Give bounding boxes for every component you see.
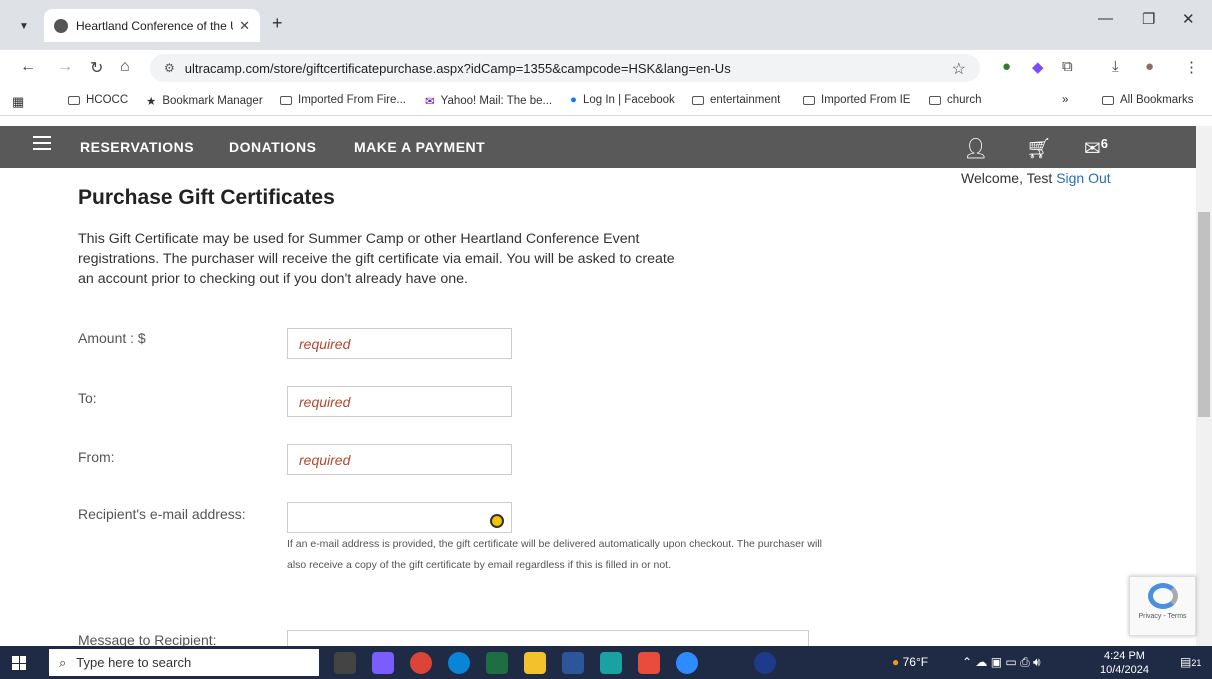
facebook-icon: ● <box>570 94 577 106</box>
close-tab-icon[interactable]: ✕ <box>239 18 250 34</box>
home-icon[interactable]: ⌂ <box>120 58 130 76</box>
recaptcha-logo-icon <box>1147 583 1178 609</box>
back-icon[interactable]: ← <box>20 58 36 76</box>
recipient-email-input[interactable] <box>287 502 512 533</box>
site-info-icon[interactable]: ⚙ <box>164 61 175 75</box>
browser-tab[interactable]: Heartland Conference of the Un ✕ <box>44 9 260 42</box>
copilot-icon[interactable] <box>372 652 394 674</box>
profile-avatar-icon[interactable]: ● <box>1145 58 1154 75</box>
folder-icon <box>1102 95 1114 105</box>
bookmark-item[interactable]: ★ Bookmark Manager <box>146 94 263 108</box>
message-label: Message to Recipient: <box>78 632 217 646</box>
bookmark-item[interactable]: All Bookmarks <box>1102 94 1194 106</box>
download-icon[interactable]: ⤓ <box>1112 58 1119 75</box>
forward-icon[interactable]: → <box>57 58 73 76</box>
page-content: Welcome, Test Sign Out Purchase Gift Cer… <box>0 168 1196 646</box>
bookmark-item[interactable]: church <box>929 94 982 106</box>
zoom-icon[interactable] <box>676 652 698 674</box>
sign-out-link[interactable]: Sign Out <box>1056 170 1110 186</box>
windows-taskbar: ⌕ Type here to search ● 76°F ⌃ ☁ ▣ ▭ ⎙ 🔊… <box>0 646 1212 679</box>
welcome-text: Welcome, Test Sign Out <box>961 170 1111 186</box>
address-bar[interactable]: ⚙ ultracamp.com/store/giftcertificatepur… <box>150 54 980 82</box>
system-tray-icons[interactable]: ⌃ ☁ ▣ ▭ ⎙ 🔊︎ <box>962 655 1041 670</box>
email-label: Recipient's e-mail address: <box>78 506 246 522</box>
bookmarks-bar: ▦ HCOCC ★ Bookmark Manager Imported From … <box>0 86 1212 116</box>
taskbar-search[interactable]: ⌕ Type here to search <box>49 649 319 676</box>
file-explorer-icon[interactable] <box>524 652 546 674</box>
site-navbar: RESERVATIONS DONATIONS MAKE A PAYMENT 👤︎… <box>0 126 1196 168</box>
menu-icon[interactable]: ⋮ <box>1184 58 1199 76</box>
close-window-icon[interactable]: ✕ <box>1182 10 1195 28</box>
weather-icon: ● <box>892 655 900 669</box>
cart-icon[interactable]: 🛒︎ <box>1026 136 1051 161</box>
from-input[interactable]: required <box>287 444 512 475</box>
star-icon: ★ <box>146 96 157 108</box>
yahoo-mail-icon: ✉ <box>425 96 435 108</box>
scrollbar-thumb[interactable] <box>1198 212 1210 417</box>
new-tab-icon[interactable]: + <box>272 13 283 34</box>
extensions-puzzle-icon[interactable]: ⧉ <box>1062 58 1073 75</box>
more-bookmarks-icon[interactable]: » <box>1062 94 1068 106</box>
minimize-icon[interactable]: — <box>1098 10 1113 27</box>
folder-icon <box>280 95 292 105</box>
tab-search-icon[interactable]: ▼ <box>12 14 36 38</box>
task-view-icon[interactable] <box>334 652 356 674</box>
reload-icon[interactable]: ↻ <box>90 58 103 78</box>
nav-make-payment[interactable]: MAKE A PAYMENT <box>354 139 485 155</box>
nav-donations[interactable]: DONATIONS <box>229 139 316 155</box>
browser-toolbar: ← → ↻ ⌂ ⚙ ultracamp.com/store/giftcertif… <box>0 50 1212 86</box>
notifications-icon[interactable]: ▤21 <box>1180 655 1201 669</box>
bookmark-item[interactable]: HCOCC <box>68 94 128 106</box>
message-textarea[interactable] <box>287 630 809 646</box>
apps-icon[interactable]: ▦ <box>12 94 24 110</box>
messages-icon[interactable]: ✉6 <box>1084 136 1108 161</box>
from-label: From: <box>78 449 115 465</box>
excel-icon[interactable] <box>486 652 508 674</box>
edge-icon[interactable] <box>448 652 470 674</box>
hamburger-menu-icon[interactable] <box>33 136 51 154</box>
amount-label: Amount : $ <box>78 330 146 346</box>
word-icon[interactable] <box>562 652 584 674</box>
bookmark-item[interactable]: Imported From IE <box>803 94 910 106</box>
bookmark-item[interactable]: ✉ Yahoo! Mail: The be... <box>425 94 552 108</box>
folder-icon <box>68 95 80 105</box>
app-icon[interactable] <box>600 652 622 674</box>
message-count-badge: 6 <box>1100 136 1108 151</box>
bookmark-item[interactable]: entertainment <box>692 94 780 106</box>
email-help-text: If an e-mail address is provided, the gi… <box>287 538 822 571</box>
bookmark-star-icon[interactable]: ☆ <box>952 59 966 79</box>
app-icon[interactable] <box>638 652 660 674</box>
recaptcha-badge[interactable]: Privacy - Terms <box>1129 576 1196 636</box>
bookmark-item[interactable]: ● Log In | Facebook <box>570 94 675 106</box>
page-scrollbar[interactable] <box>1196 126 1212 646</box>
taskbar-clock[interactable]: 4:24 PM 10/4/2024 <box>1100 649 1149 677</box>
browser-tab-bar: ▼ Heartland Conference of the Un ✕ + — ❐… <box>0 0 1212 50</box>
help-icon[interactable] <box>754 652 776 674</box>
nav-reservations[interactable]: RESERVATIONS <box>80 139 194 155</box>
windows-start-icon[interactable] <box>12 656 26 670</box>
intro-text: This Gift Certificate may be used for Su… <box>78 231 675 287</box>
user-icon[interactable]: 👤︎ <box>963 136 988 161</box>
extension-icon[interactable]: ● <box>1002 58 1011 75</box>
amount-input[interactable]: required <box>287 328 512 359</box>
extension-icon[interactable]: ◆ <box>1032 58 1044 76</box>
tab-title: Heartland Conference of the Un <box>76 18 234 33</box>
folder-icon <box>692 95 704 105</box>
page-title: Purchase Gift Certificates <box>78 186 335 209</box>
chrome-icon[interactable] <box>410 652 432 674</box>
restore-icon[interactable]: ❐ <box>1142 10 1155 28</box>
recaptcha-links[interactable]: Privacy - Terms <box>1138 613 1186 620</box>
url-text: ultracamp.com/store/giftcertificatepurch… <box>184 60 731 76</box>
folder-icon <box>803 95 815 105</box>
site-favicon-icon <box>54 18 68 33</box>
folder-icon <box>929 95 941 105</box>
bookmark-item[interactable]: Imported From Fire... <box>280 94 406 106</box>
to-label: To: <box>78 390 97 406</box>
password-manager-icon[interactable] <box>490 514 504 528</box>
search-icon: ⌕ <box>59 654 67 670</box>
weather-widget[interactable]: ● 76°F <box>892 655 928 669</box>
to-input[interactable]: required <box>287 386 512 417</box>
